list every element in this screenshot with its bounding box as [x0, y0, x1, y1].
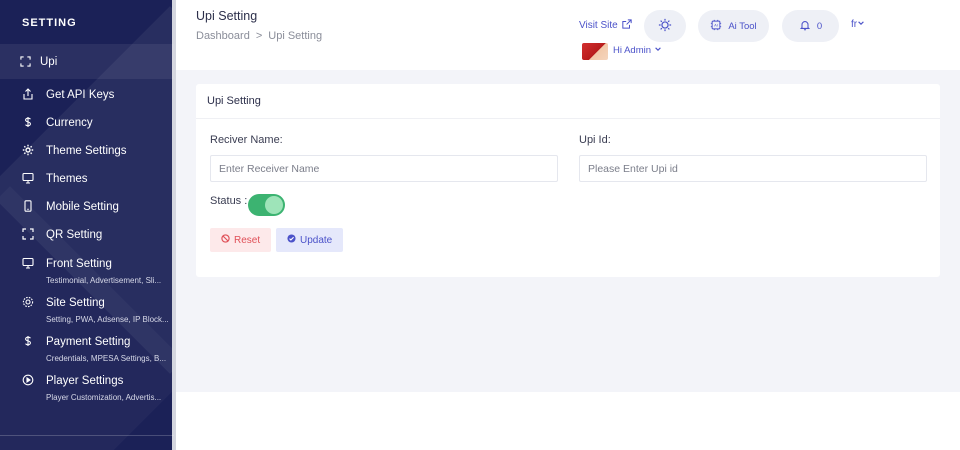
upi-id-label: Upi Id: [579, 134, 611, 146]
reset-label: Reset [234, 234, 261, 246]
gear-icon [22, 296, 46, 308]
sidebar-item-label: Upi [40, 55, 58, 68]
ai-tool-label: Ai Tool [728, 20, 757, 32]
upi-setting-card: Upi Setting Reciver Name: Upi Id: Status… [196, 84, 940, 277]
receiver-name-input[interactable] [210, 155, 558, 182]
monitor-icon [22, 172, 46, 184]
language-dropdown[interactable]: fr [851, 19, 865, 30]
visit-site-link[interactable]: Visit Site [579, 19, 632, 32]
dollar-icon [22, 116, 46, 128]
dollar-icon [22, 335, 46, 347]
sidebar-item-label: Payment Setting [46, 336, 131, 348]
update-label: Update [300, 234, 333, 246]
sidebar-item-sublabel: Setting, PWA, Adsense, IP Block... [46, 315, 169, 324]
sidebar-divider [0, 435, 174, 436]
sidebar-item-upi[interactable]: Upi [0, 44, 174, 79]
sidebar-item-mobile-setting[interactable]: Mobile Setting [0, 200, 174, 215]
ban-icon [221, 234, 230, 246]
sidebar-item-sublabel: Player Customization, Advertis... [46, 393, 162, 402]
sidebar-item-site-setting[interactable]: Site Setting Setting, PWA, Adsense, IP B… [0, 296, 174, 325]
avatar[interactable] [582, 43, 608, 60]
sidebar-item-payment-setting[interactable]: Payment Setting Credentials, MPESA Setti… [0, 335, 174, 364]
breadcrumb: Dashboard > Upi Setting [196, 30, 322, 42]
user-menu[interactable]: Hi Admin [613, 45, 662, 56]
sidebar-item-player-settings[interactable]: Player Settings Player Customization, Ad… [0, 374, 174, 403]
sidebar-item-label: Currency [46, 117, 93, 129]
card-title: Upi Setting [196, 84, 940, 119]
scan-icon [22, 228, 46, 240]
sidebar-item-sublabel: Credentials, MPESA Settings, B... [46, 354, 167, 363]
play-circle-icon [22, 374, 46, 386]
gear-icon [22, 144, 46, 156]
sidebar-item-label: Mobile Setting [46, 201, 119, 213]
top-header: Upi Setting Dashboard > Upi Setting Visi… [176, 0, 960, 70]
user-greeting: Hi Admin [613, 45, 652, 56]
sidebar-item-label: Player Settings [46, 375, 124, 387]
external-link-icon [622, 19, 632, 32]
mobile-icon [22, 200, 46, 212]
toggle-knob [265, 196, 283, 214]
sun-icon [658, 18, 672, 35]
sidebar: SETTING Upi Get API Keys Currency Theme … [0, 0, 174, 450]
main-content: Upi Setting Reciver Name: Upi Id: Status… [176, 70, 960, 392]
sidebar-item-currency[interactable]: Currency [0, 116, 174, 131]
breadcrumb-dashboard-link[interactable]: Dashboard [196, 30, 250, 42]
monitor-icon [22, 257, 46, 269]
theme-toggle-button[interactable] [644, 10, 686, 42]
page-title: Upi Setting [196, 9, 258, 23]
chevron-down-icon [654, 45, 662, 56]
sidebar-item-theme-settings[interactable]: Theme Settings [0, 144, 174, 159]
share-icon [22, 88, 46, 100]
upi-id-input[interactable] [579, 155, 927, 182]
sidebar-item-sublabel: Testimonial, Advertisement, Sli... [46, 276, 162, 285]
sidebar-item-get-api-keys[interactable]: Get API Keys [0, 88, 174, 103]
scan-icon [20, 56, 40, 67]
status-toggle[interactable] [248, 194, 285, 216]
receiver-name-label: Reciver Name: [210, 134, 283, 146]
breadcrumb-separator: > [255, 30, 263, 42]
bell-icon [799, 19, 811, 34]
sidebar-item-label: Site Setting [46, 297, 105, 309]
sidebar-item-label: Front Setting [46, 258, 112, 270]
sidebar-item-label: Get API Keys [46, 89, 115, 101]
sidebar-item-front-setting[interactable]: Front Setting Testimonial, Advertisement… [0, 257, 174, 286]
sidebar-item-label: Theme Settings [46, 145, 127, 157]
sidebar-item-label: QR Setting [46, 229, 103, 241]
reset-button[interactable]: Reset [210, 228, 272, 252]
sidebar-item-label: Themes [46, 173, 88, 185]
notifications-count: 0 [816, 20, 823, 32]
ai-tool-button[interactable]: AI Ai Tool [698, 10, 769, 42]
sidebar-item-qr-setting[interactable]: QR Setting [0, 228, 174, 243]
ai-chip-icon: AI [710, 19, 722, 34]
chevron-down-icon [857, 19, 865, 30]
sidebar-item-themes[interactable]: Themes [0, 172, 174, 187]
check-circle-icon [287, 234, 296, 246]
svg-text:AI: AI [714, 22, 718, 27]
update-button[interactable]: Update [276, 228, 344, 252]
status-label: Status : [210, 195, 248, 207]
breadcrumb-current: Upi Setting [268, 30, 323, 42]
notifications-button[interactable]: 0 [782, 10, 839, 42]
sidebar-heading: SETTING [22, 17, 77, 29]
visit-site-label: Visit Site [579, 20, 618, 31]
